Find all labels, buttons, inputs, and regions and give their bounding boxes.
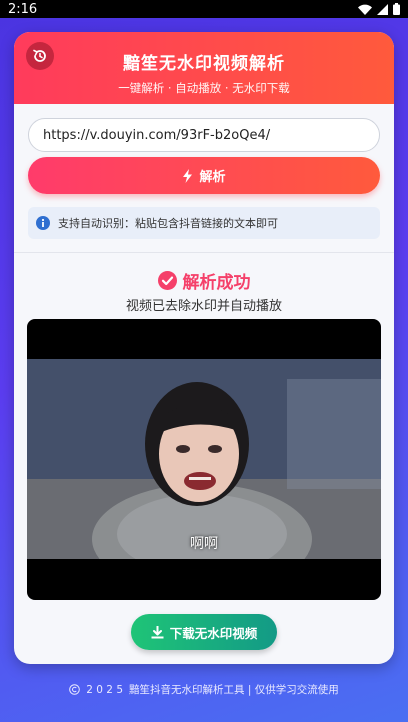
signal-icon <box>377 3 388 15</box>
download-button-label: 下载无水印视频 <box>169 625 258 641</box>
history-icon <box>33 49 46 62</box>
wifi-icon <box>358 4 372 15</box>
success-description: 视频已去除水印并自动播放 <box>125 299 282 314</box>
app-title: 黯笙无水印视频解析 <box>123 54 285 74</box>
main-card: 黯笙无水印视频解析 一键解析 · 自动播放 · 无水印下载 解析 支持自动识别：… <box>14 32 394 664</box>
video-thumbnail <box>27 359 381 559</box>
info-icon <box>36 216 50 230</box>
success-heading: 解析成功 <box>14 268 394 293</box>
footer-year: 2 0 2 5 <box>86 683 124 696</box>
footer-text: 黯笙抖音无水印解析工具 | 仅供学习交流使用 <box>129 684 339 696</box>
lightning-icon <box>183 168 193 183</box>
copyright-icon <box>69 684 81 695</box>
parse-button-label: 解析 <box>199 170 226 185</box>
download-button[interactable]: 下载无水印视频 <box>131 614 277 650</box>
tip-text: 支持自动识别：粘贴包含抖音链接的文本即可 <box>58 217 278 230</box>
divider <box>14 252 394 253</box>
status-bar: 2:16 <box>0 0 408 18</box>
url-input[interactable] <box>28 118 380 152</box>
video-player[interactable]: 啊啊 <box>27 319 381 600</box>
battery-icon <box>393 3 400 15</box>
history-button[interactable] <box>26 42 54 70</box>
video-subtitle: 啊啊 <box>190 536 218 552</box>
parse-button[interactable]: 解析 <box>28 157 380 194</box>
status-time: 2:16 <box>8 1 38 17</box>
header: 黯笙无水印视频解析 一键解析 · 自动播放 · 无水印下载 <box>14 32 394 104</box>
video-frame <box>27 359 381 559</box>
status-icons <box>358 3 400 15</box>
footer: 2 0 2 5 黯笙抖音无水印解析工具 | 仅供学习交流使用 <box>0 682 408 697</box>
download-icon <box>151 625 164 638</box>
app-subtitle: 一键解析 · 自动播放 · 无水印下载 <box>118 81 290 95</box>
success-title: 解析成功 <box>182 273 251 293</box>
tip-box: 支持自动识别：粘贴包含抖音链接的文本即可 <box>28 207 380 239</box>
check-circle-icon <box>157 271 177 290</box>
